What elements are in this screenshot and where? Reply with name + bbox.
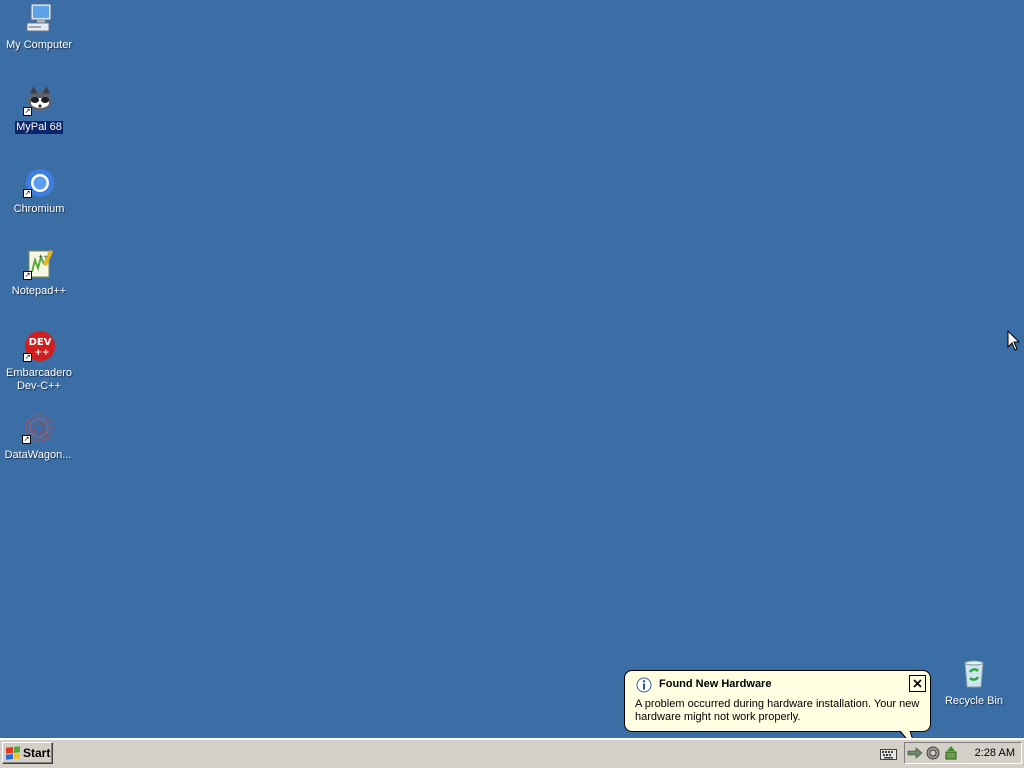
desktop-icon-datawagon[interactable]: ↗ DataWagon... [0, 412, 76, 463]
desktop-icon-notepadpp[interactable]: ++ ↗ Notepad++ [1, 248, 77, 299]
desktop-icon-label: MyPal 68 [15, 121, 63, 134]
desktop-icon-label: Chromium [13, 203, 65, 215]
system-tray: 2:28 AM [904, 742, 1022, 764]
computer-icon [23, 2, 55, 34]
desktop-icon-label: DataWagon... [4, 449, 72, 461]
keyboard-icon[interactable] [880, 747, 897, 760]
desktop-icon-recycle-bin[interactable]: Recycle Bin [936, 658, 1012, 709]
devcpp-icon: DEV ++ ↗ [23, 330, 55, 362]
notepadpp-icon: ++ ↗ [23, 248, 55, 280]
hardware-warning-icon[interactable] [925, 745, 941, 761]
clock[interactable]: 2:28 AM [975, 747, 1015, 759]
desktop-icon-label: My Computer [5, 39, 73, 51]
mouse-cursor-icon [1007, 329, 1021, 352]
start-label: Start [23, 746, 51, 760]
shortcut-arrow-icon: ↗ [22, 435, 31, 444]
taskbar: Start 2:28 AM [0, 738, 1024, 768]
desktop-icon-my-computer[interactable]: My Computer [1, 2, 77, 53]
desktop-icon-label: Recycle Bin [944, 695, 1004, 707]
shortcut-arrow-icon: ↗ [23, 353, 32, 362]
svg-text:++: ++ [38, 254, 48, 261]
mypal-icon: ↗ [23, 84, 55, 116]
recycle-bin-icon [958, 658, 990, 690]
shortcut-arrow-icon: ↗ [23, 189, 32, 198]
desktop-icon-label: Notepad++ [11, 285, 67, 297]
close-icon [913, 679, 922, 688]
windows-flag-icon [6, 746, 20, 760]
desktop-icon-label: Embarcadero Dev-C++ [6, 367, 73, 392]
safely-remove-icon[interactable] [943, 745, 959, 761]
desktop-icon-mypal[interactable]: ↗ MyPal 68 [1, 84, 77, 135]
svg-text:DEV: DEV [29, 337, 52, 348]
chromium-icon: ↗ [23, 166, 55, 198]
shortcut-arrow-icon: ↗ [23, 107, 32, 116]
desktop-icon-devcpp[interactable]: DEV ++ ↗ Embarcadero Dev-C++ [1, 330, 77, 394]
network-icon[interactable] [907, 745, 923, 761]
start-button[interactable]: Start [2, 742, 53, 764]
svg-text:++: ++ [34, 348, 49, 358]
balloon-close-button[interactable] [909, 675, 926, 692]
balloon-title: Found New Hardware [659, 678, 772, 690]
shortcut-arrow-icon: ↗ [23, 271, 32, 280]
info-icon [636, 677, 652, 693]
datawagon-icon: ↗ [22, 412, 54, 444]
desktop-icon-chromium[interactable]: ↗ Chromium [1, 166, 77, 217]
found-new-hardware-balloon[interactable]: Found New Hardware A problem occurred du… [624, 670, 931, 732]
balloon-message: A problem occurred during hardware insta… [635, 698, 920, 723]
desktop: My Computer ↗ MyPal 68 ↗ Chromium ++ ↗ N… [0, 0, 1024, 738]
